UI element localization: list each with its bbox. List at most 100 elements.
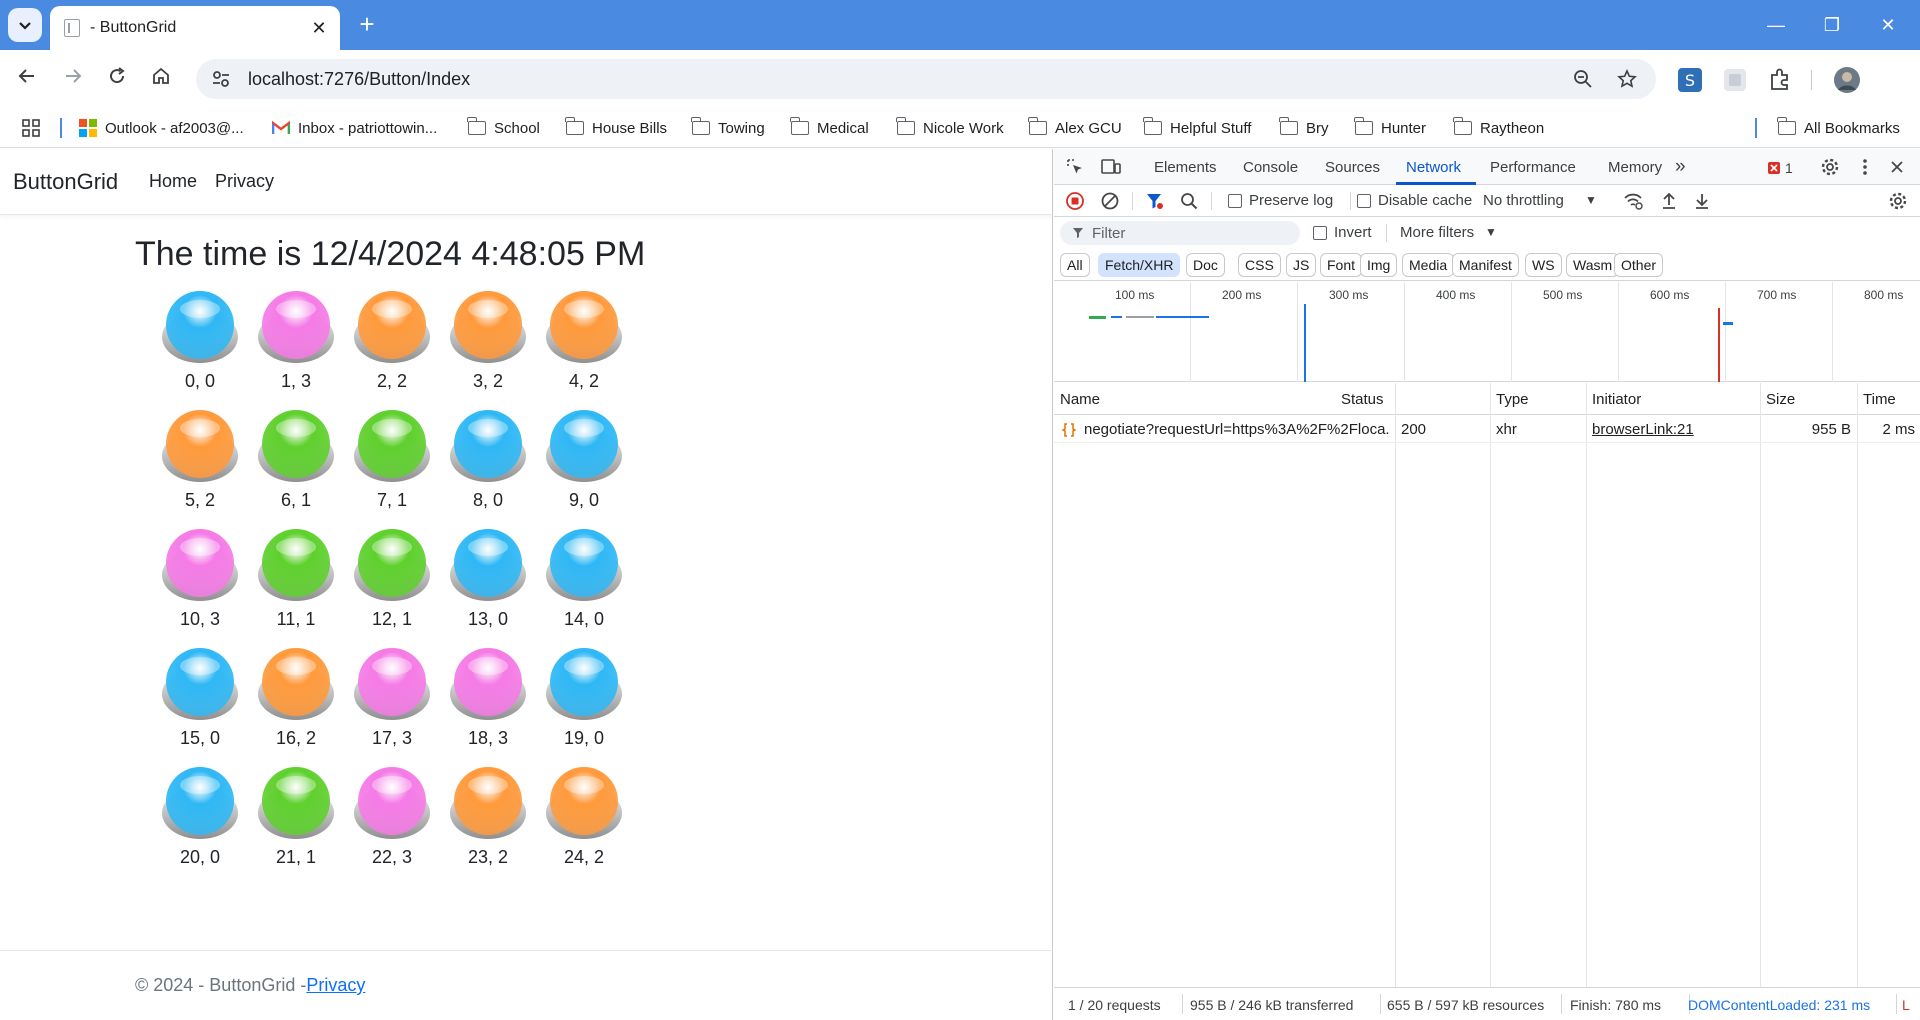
- more-tabs-icon[interactable]: »: [1675, 156, 1686, 178]
- grid-button[interactable]: 16, 2: [251, 646, 341, 761]
- bookmark-helpful-stuff[interactable]: Helpful Stuff: [1143, 116, 1251, 140]
- column-header-type[interactable]: Type: [1496, 391, 1529, 408]
- filter-chip-ws[interactable]: WS: [1525, 253, 1562, 277]
- bookmark-raytheon[interactable]: Raytheon: [1453, 116, 1544, 140]
- round-button-icon[interactable]: [256, 646, 336, 722]
- column-header-size[interactable]: Size: [1766, 391, 1795, 408]
- import-har-icon[interactable]: [1658, 190, 1680, 212]
- request-name[interactable]: negotiate?requestUrl=https%3A%2F%2Floca.…: [1084, 421, 1389, 438]
- error-counter[interactable]: 1: [1767, 160, 1793, 176]
- round-button-icon[interactable]: [160, 527, 240, 603]
- export-har-icon[interactable]: [1691, 190, 1713, 212]
- more-filters-dropdown-icon[interactable]: ▼: [1485, 225, 1497, 239]
- grid-button[interactable]: 23, 2: [443, 765, 533, 880]
- filter-chip-wasm[interactable]: Wasm: [1566, 253, 1620, 277]
- zoom-icon[interactable]: [1568, 64, 1598, 94]
- filter-chip-css[interactable]: CSS: [1238, 253, 1281, 277]
- search-icon[interactable]: [1178, 190, 1200, 212]
- round-button-icon[interactable]: [544, 408, 624, 484]
- filter-chip-manifest[interactable]: Manifest: [1452, 253, 1519, 277]
- tab-elements[interactable]: Elements: [1154, 159, 1217, 176]
- url-text[interactable]: localhost:7276/Button/Index: [248, 69, 1554, 90]
- grid-button[interactable]: 4, 2: [539, 289, 629, 404]
- tab-sources[interactable]: Sources: [1325, 159, 1380, 176]
- more-options-icon[interactable]: [1854, 156, 1876, 178]
- bookmark-school[interactable]: School: [467, 116, 540, 140]
- apps-grid-icon[interactable]: [22, 119, 40, 137]
- address-bar[interactable]: localhost:7276/Button/Index: [196, 59, 1656, 99]
- column-header-status[interactable]: Status: [1341, 391, 1384, 408]
- grid-button[interactable]: 21, 1: [251, 765, 341, 880]
- brand-link[interactable]: ButtonGrid: [13, 169, 118, 195]
- throttling-dropdown-icon[interactable]: ▼: [1585, 193, 1597, 207]
- reload-button[interactable]: [100, 62, 134, 96]
- tab-performance[interactable]: Performance: [1490, 159, 1576, 176]
- footer-privacy-link[interactable]: Privacy: [306, 975, 365, 995]
- column-header-initiator[interactable]: Initiator: [1592, 391, 1641, 408]
- record-stop-icon[interactable]: [1064, 190, 1086, 212]
- column-header-name[interactable]: Name: [1060, 391, 1100, 408]
- table-row[interactable]: negotiate?requestUrl=https%3A%2F%2Floca.…: [1054, 415, 1920, 443]
- round-button-icon[interactable]: [544, 527, 624, 603]
- site-info-icon[interactable]: [210, 68, 232, 90]
- round-button-icon[interactable]: [256, 527, 336, 603]
- round-button-icon[interactable]: [352, 289, 432, 365]
- inspect-element-icon[interactable]: [1064, 156, 1086, 178]
- bookmark-outlook[interactable]: Outlook - af2003@...: [79, 116, 244, 140]
- round-button-icon[interactable]: [352, 646, 432, 722]
- filter-chip-doc[interactable]: Doc: [1186, 253, 1225, 277]
- round-button-icon[interactable]: [160, 765, 240, 841]
- grid-button[interactable]: 19, 0: [539, 646, 629, 761]
- home-button[interactable]: [144, 62, 178, 96]
- tab-memory[interactable]: Memory: [1608, 159, 1662, 176]
- bookmark-house-bills[interactable]: House Bills: [565, 116, 667, 140]
- round-button-icon[interactable]: [448, 646, 528, 722]
- round-button-icon[interactable]: [352, 527, 432, 603]
- bookmark-nicole-work[interactable]: Nicole Work: [896, 116, 1004, 140]
- round-button-icon[interactable]: [448, 527, 528, 603]
- round-button-icon[interactable]: [160, 646, 240, 722]
- bookmark-medical[interactable]: Medical: [790, 116, 869, 140]
- grid-button[interactable]: 1, 3: [251, 289, 341, 404]
- all-bookmarks[interactable]: All Bookmarks: [1777, 116, 1900, 140]
- network-overview-timeline[interactable]: 100 ms 200 ms 300 ms 400 ms 500 ms 600 ms 700 …: [1054, 282, 1920, 382]
- request-initiator-link[interactable]: browserLink:21: [1592, 421, 1694, 438]
- column-header-time[interactable]: Time: [1863, 391, 1896, 408]
- round-button-icon[interactable]: [448, 765, 528, 841]
- extension-puzzle-faded-icon[interactable]: [1722, 67, 1748, 93]
- restore-button[interactable]: ❐: [1812, 10, 1852, 40]
- grid-button[interactable]: 17, 3: [347, 646, 437, 761]
- grid-button[interactable]: 0, 0: [155, 289, 245, 404]
- settings-gear-icon[interactable]: [1819, 156, 1841, 178]
- disable-cache-checkbox[interactable]: [1357, 194, 1371, 208]
- bookmark-alex-gcu[interactable]: Alex GCU: [1028, 116, 1122, 140]
- network-conditions-icon[interactable]: [1622, 190, 1644, 212]
- tab-close-icon[interactable]: ✕: [308, 18, 330, 39]
- forward-button[interactable]: [56, 62, 90, 96]
- grid-button[interactable]: 20, 0: [155, 765, 245, 880]
- minimize-button[interactable]: —: [1756, 10, 1796, 40]
- clear-icon[interactable]: [1099, 190, 1121, 212]
- filter-funnel-icon[interactable]: [1143, 190, 1165, 212]
- round-button-icon[interactable]: [352, 765, 432, 841]
- filter-chip-js[interactable]: JS: [1286, 253, 1317, 277]
- new-tab-button[interactable]: +: [352, 10, 382, 40]
- throttling-select[interactable]: No throttling: [1483, 192, 1564, 209]
- tab-console[interactable]: Console: [1243, 159, 1298, 176]
- filter-chip-fetchxhr[interactable]: Fetch/XHR: [1098, 253, 1181, 277]
- bookmark-bry[interactable]: Bry: [1279, 116, 1329, 140]
- round-button-icon[interactable]: [256, 765, 336, 841]
- grid-button[interactable]: 3, 2: [443, 289, 533, 404]
- grid-button[interactable]: 15, 0: [155, 646, 245, 761]
- profile-avatar[interactable]: [1833, 66, 1861, 94]
- grid-button[interactable]: 14, 0: [539, 527, 629, 642]
- grid-button[interactable]: 10, 3: [155, 527, 245, 642]
- bookmark-inbox[interactable]: Inbox - patriottowin...: [272, 116, 437, 140]
- grid-button[interactable]: 2, 2: [347, 289, 437, 404]
- round-button-icon[interactable]: [544, 646, 624, 722]
- round-button-icon[interactable]: [256, 289, 336, 365]
- grid-button[interactable]: 12, 1: [347, 527, 437, 642]
- extensions-puzzle-icon[interactable]: [1767, 67, 1793, 93]
- round-button-icon[interactable]: [448, 289, 528, 365]
- invert-checkbox[interactable]: [1313, 226, 1327, 240]
